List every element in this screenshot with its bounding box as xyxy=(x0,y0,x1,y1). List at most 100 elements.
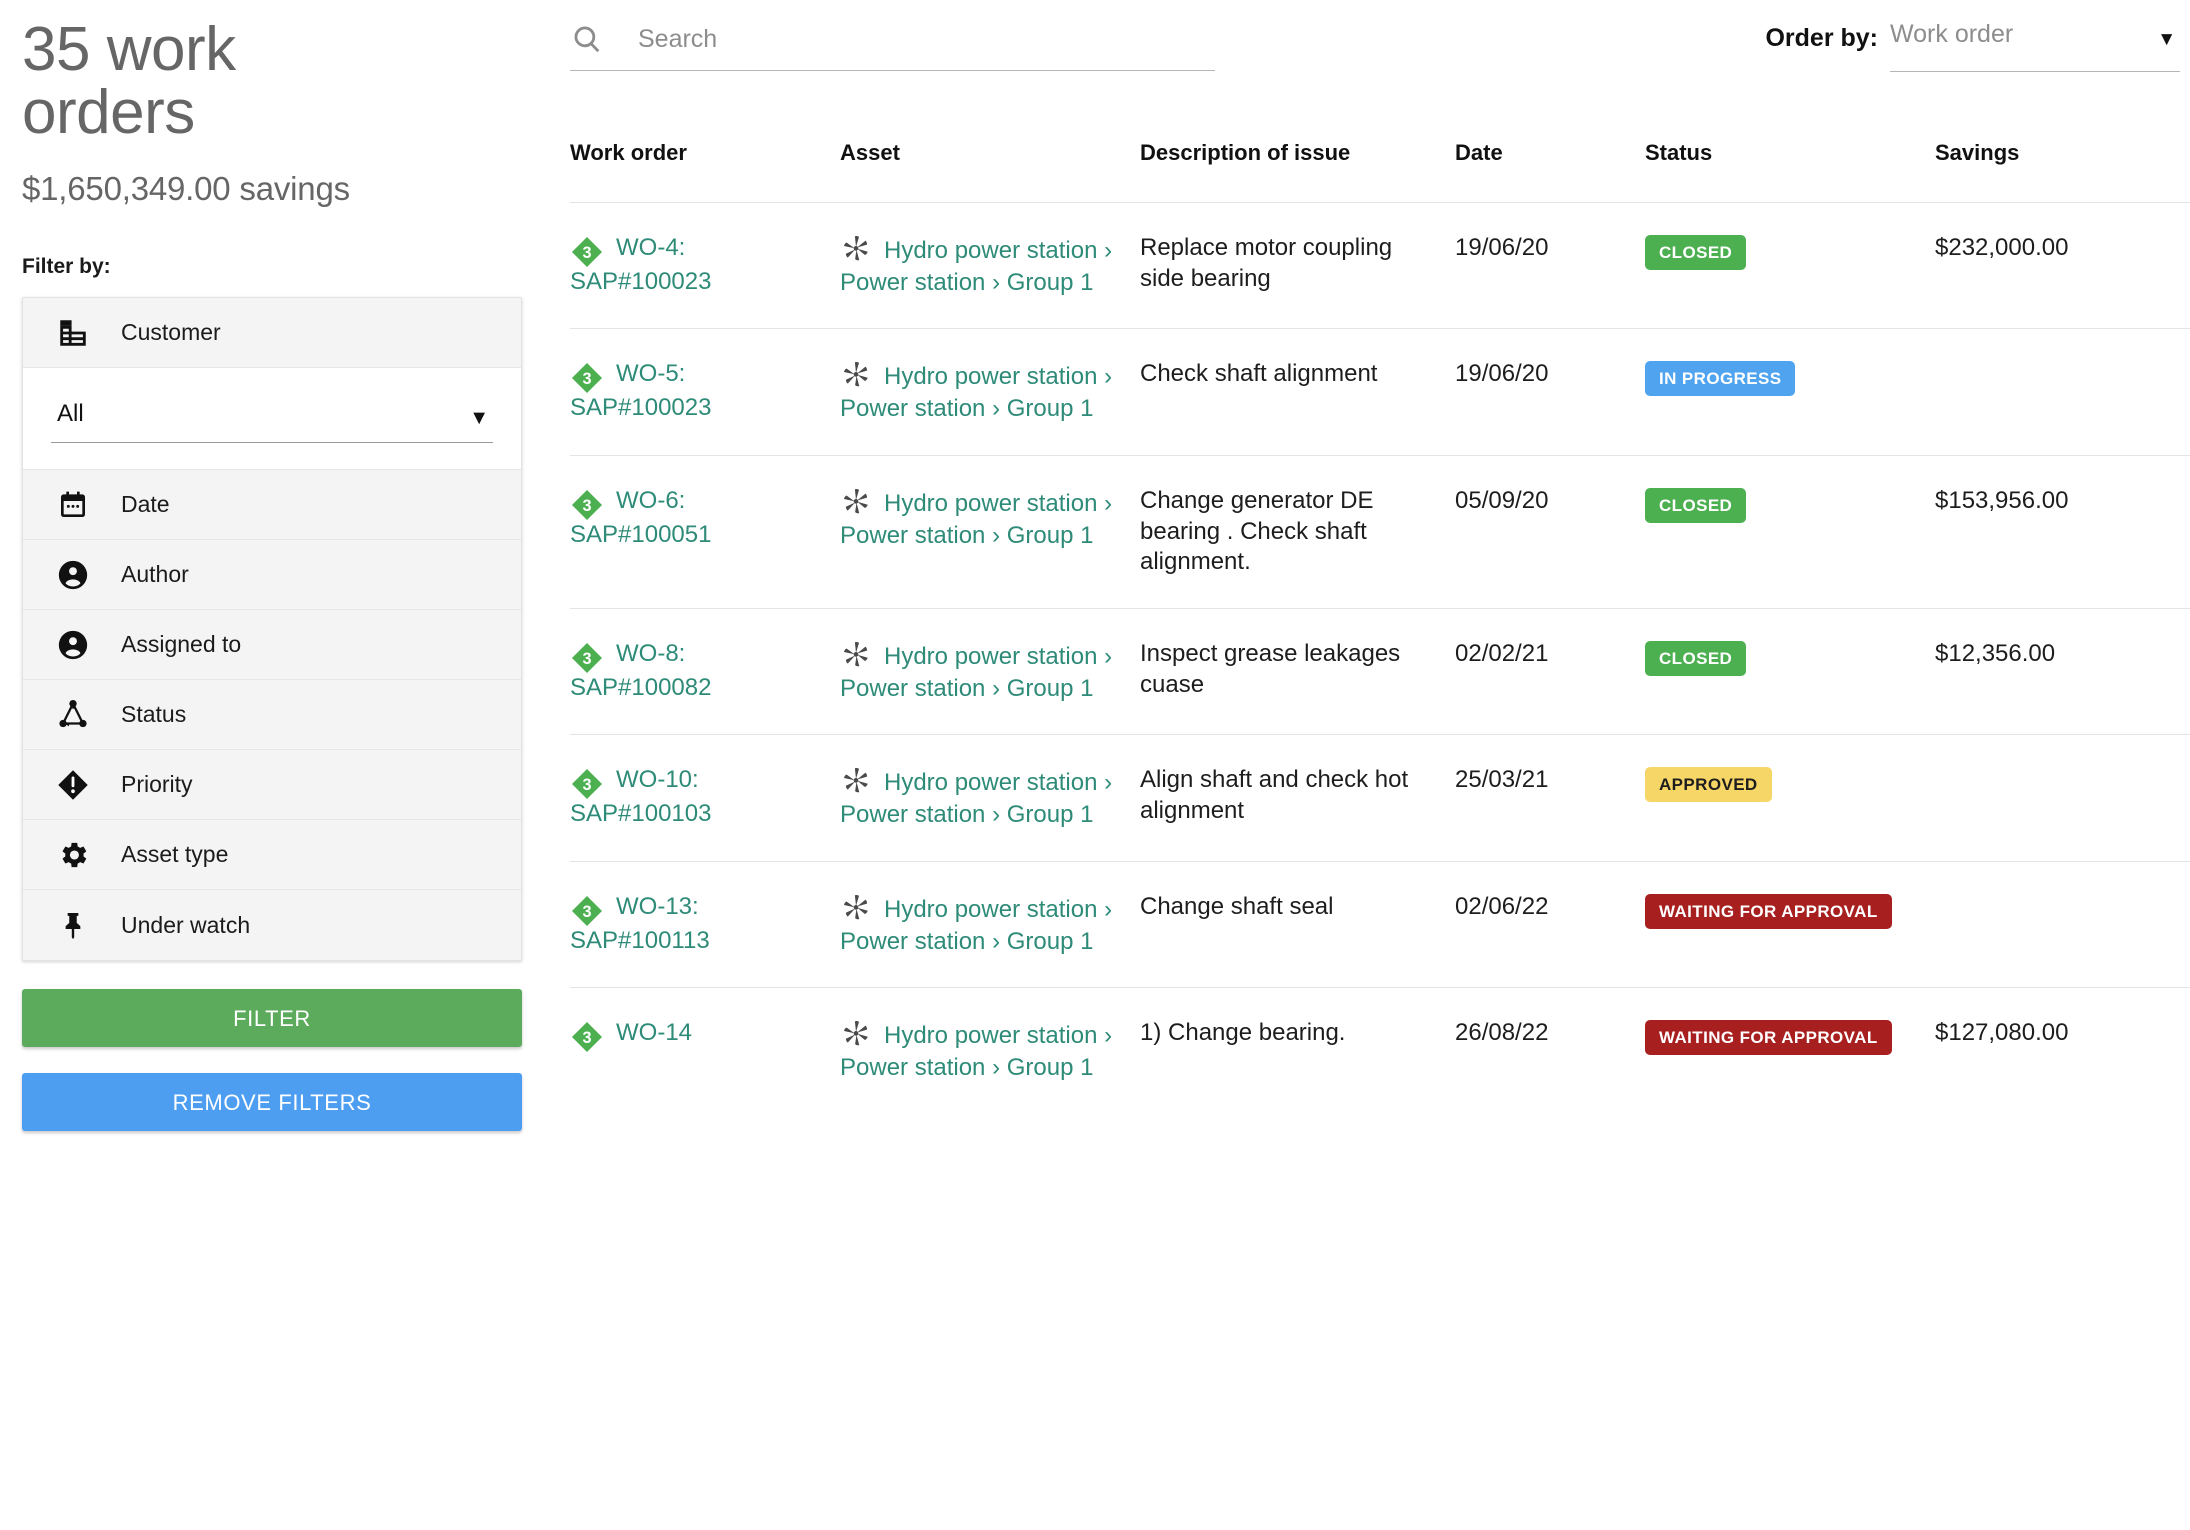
priority-diamond-icon: 3 xyxy=(570,361,604,395)
svg-text:3: 3 xyxy=(582,371,591,389)
asset-breadcrumb-link[interactable]: Group 1 xyxy=(1007,395,1094,422)
asset-breadcrumb-link[interactable]: Hydro power station xyxy=(884,237,1097,264)
filter-item-priority[interactable]: Priority xyxy=(23,750,521,821)
filter-item-asset-type[interactable]: Asset type xyxy=(23,820,521,891)
priority-diamond-icon xyxy=(53,765,93,805)
asset-breadcrumb-link[interactable]: Hydro power station xyxy=(884,490,1097,517)
work-order-link[interactable]: WO-14 xyxy=(616,1018,692,1049)
cell-asset: Hydro power station › Power station › Gr… xyxy=(840,987,1140,1114)
work-order-link[interactable]: WO-5: xyxy=(616,359,685,390)
asset-breadcrumb-link[interactable]: Power station xyxy=(840,522,985,549)
table-row: 3 WO-5: SAP#100023 Hydro power station › Po… xyxy=(570,328,2190,456)
search-container xyxy=(570,22,1215,71)
cell-savings: $232,000.00 xyxy=(1935,201,2190,329)
asset-breadcrumb-link[interactable]: Hydro power station xyxy=(884,1022,1097,1049)
asset-breadcrumb-link[interactable]: Group 1 xyxy=(1007,522,1094,549)
breadcrumb-separator: › xyxy=(985,801,1007,829)
asset-breadcrumb-link[interactable]: Power station xyxy=(840,1054,985,1081)
asset-breadcrumb-link[interactable]: Group 1 xyxy=(1007,675,1094,702)
status-badge: CLOSED xyxy=(1645,235,1747,270)
breadcrumb-separator: › xyxy=(1097,363,1113,391)
gear-icon xyxy=(53,835,93,875)
filter-item-assigned-to[interactable]: Assigned to xyxy=(23,610,521,681)
asset-breadcrumb-link[interactable]: Power station xyxy=(840,675,985,702)
cell-savings xyxy=(1935,328,2190,456)
work-order-sap-link[interactable]: SAP#100082 xyxy=(570,673,826,704)
cell-work-order: 3 WO-6: SAP#100051 xyxy=(570,454,840,609)
cell-status: IN PROGRESS xyxy=(1645,328,1935,456)
work-order-sap-link[interactable]: SAP#100051 xyxy=(570,520,826,551)
filter-item-label: Priority xyxy=(121,771,193,798)
asset-breadcrumb-link[interactable]: Power station xyxy=(840,395,985,422)
filter-item-under-watch[interactable]: Under watch xyxy=(23,890,521,961)
filter-item-status[interactable]: Status xyxy=(23,680,521,751)
cell-status: CLOSED xyxy=(1645,201,1935,329)
filter-button[interactable]: FILTER xyxy=(22,989,522,1048)
search-input[interactable] xyxy=(636,23,1215,55)
turbine-icon xyxy=(840,639,872,669)
asset-breadcrumb-link[interactable]: Hydro power station xyxy=(884,363,1097,390)
work-order-link[interactable]: WO-6: xyxy=(616,486,685,517)
asset-breadcrumb-link[interactable]: Group 1 xyxy=(1007,801,1094,828)
filter-item-author[interactable]: Author xyxy=(23,540,521,611)
work-order-link[interactable]: WO-4: xyxy=(616,233,685,264)
svg-text:3: 3 xyxy=(582,650,591,668)
filter-item-date[interactable]: Date xyxy=(23,470,521,541)
breadcrumb-separator: › xyxy=(985,1054,1007,1082)
filter-item-label: Status xyxy=(121,701,187,728)
cell-status: WAITING FOR APPROVAL xyxy=(1645,860,1935,988)
cell-date: 02/06/22 xyxy=(1455,860,1645,988)
customer-select[interactable]: All ▼ xyxy=(51,400,493,444)
column-header-work-order: Work order xyxy=(570,140,687,165)
asset-breadcrumb-link[interactable]: Hydro power station xyxy=(884,769,1097,796)
work-order-sap-link[interactable]: SAP#100113 xyxy=(570,926,826,957)
order-by-value: Work order xyxy=(1890,20,2014,48)
table-row: 3 WO-13: SAP#100113 Hydro power station › P… xyxy=(570,860,2190,988)
cell-savings xyxy=(1935,860,2190,988)
work-order-link[interactable]: WO-10: xyxy=(616,765,699,796)
asset-breadcrumb-link[interactable]: Hydro power station xyxy=(884,643,1097,670)
order-by-select[interactable]: Work order ▼ xyxy=(1890,18,2180,72)
breadcrumb-separator: › xyxy=(985,268,1007,296)
status-badge: IN PROGRESS xyxy=(1645,361,1796,397)
asset-breadcrumb-link[interactable]: Hydro power station xyxy=(884,896,1097,923)
remove-filters-button[interactable]: REMOVE FILTERS xyxy=(22,1073,522,1132)
asset-breadcrumb-link[interactable]: Group 1 xyxy=(1007,269,1094,296)
priority-diamond-icon: 3 xyxy=(570,235,604,269)
asset-breadcrumb-link[interactable]: Group 1 xyxy=(1007,1054,1094,1081)
asset-breadcrumb-link[interactable]: Power station xyxy=(840,269,985,296)
cell-work-order: 3 WO-10: SAP#100103 xyxy=(570,734,840,862)
cell-date: 26/08/22 xyxy=(1455,987,1645,1114)
svg-text:3: 3 xyxy=(582,1030,591,1048)
filter-item-label: Under watch xyxy=(121,911,251,938)
cell-work-order: 3 WO-5: SAP#100023 xyxy=(570,328,840,456)
cell-description: Check shaft alignment xyxy=(1140,328,1455,456)
asset-breadcrumb-link[interactable]: Power station xyxy=(840,801,985,828)
work-order-sap-link[interactable]: SAP#100103 xyxy=(570,799,826,830)
work-order-link[interactable]: WO-13: xyxy=(616,892,699,923)
status-badge: WAITING FOR APPROVAL xyxy=(1645,893,1892,929)
total-savings-summary: $1,650,349.00 savings xyxy=(22,170,350,208)
cell-description: Inspect grease leakages cuase xyxy=(1140,608,1455,735)
cell-savings xyxy=(1935,734,2190,862)
filter-item-label: Asset type xyxy=(121,841,229,868)
asset-breadcrumb-link[interactable]: Group 1 xyxy=(1007,928,1094,955)
cell-savings: $153,956.00 xyxy=(1935,454,2190,609)
status-badge: APPROVED xyxy=(1645,767,1772,803)
breadcrumb-separator: › xyxy=(1097,1022,1113,1050)
svg-text:3: 3 xyxy=(582,497,591,515)
filter-item-customer[interactable]: Customer xyxy=(23,298,521,369)
asset-breadcrumb-link[interactable]: Power station xyxy=(840,928,985,955)
work-order-sap-link[interactable]: SAP#100023 xyxy=(570,393,826,424)
table-header-row: Work order Asset Description of issue Da… xyxy=(570,140,2190,203)
breadcrumb-separator: › xyxy=(1097,489,1113,517)
cell-savings: $127,080.00 xyxy=(1935,987,2190,1114)
person-icon xyxy=(53,555,93,595)
customer-select-value: All xyxy=(57,400,84,428)
cell-asset: Hydro power station › Power station › Gr… xyxy=(840,734,1140,862)
work-order-sap-link[interactable]: SAP#100023 xyxy=(570,267,826,298)
cell-work-order: 3 WO-13: SAP#100113 xyxy=(570,860,840,988)
work-order-link[interactable]: WO-8: xyxy=(616,639,685,670)
cell-work-order: 3 WO-14 xyxy=(570,987,840,1114)
turbine-icon xyxy=(840,359,872,389)
